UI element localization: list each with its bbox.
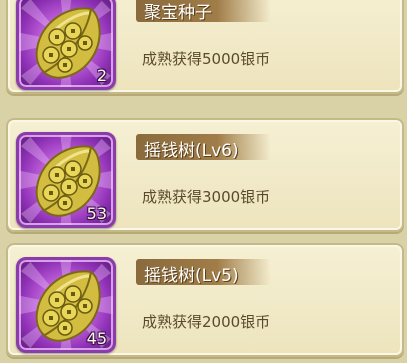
item-icon-frame[interactable]: 2 — [16, 0, 116, 90]
list-item[interactable]: 53 摇钱树(Lv6) 成熟获得3000银币 — [6, 118, 404, 232]
seed-list: 2 聚宝种子 成熟获得5000银币 53 摇钱树(Lv6) 成熟获得3000银币… — [0, 0, 407, 363]
item-name: 摇钱树(Lv6) — [144, 141, 239, 161]
item-icon-frame[interactable]: 53 — [16, 132, 116, 228]
item-description: 成熟获得5000银币 — [142, 50, 271, 68]
item-description: 成熟获得3000银币 — [142, 188, 271, 206]
item-count: 45 — [86, 329, 107, 348]
list-item[interactable]: 2 聚宝种子 成熟获得5000银币 — [6, 0, 404, 94]
item-count: 2 — [96, 66, 107, 85]
item-name: 聚宝种子 — [144, 3, 212, 23]
item-count: 53 — [86, 204, 107, 223]
list-item[interactable]: 45 摇钱树(Lv5) 成熟获得2000银币 — [6, 243, 404, 357]
seed-icon — [35, 7, 101, 79]
item-icon-frame[interactable]: 45 — [16, 257, 116, 353]
item-name: 摇钱树(Lv5) — [144, 266, 239, 286]
item-description: 成熟获得2000银币 — [142, 313, 271, 331]
